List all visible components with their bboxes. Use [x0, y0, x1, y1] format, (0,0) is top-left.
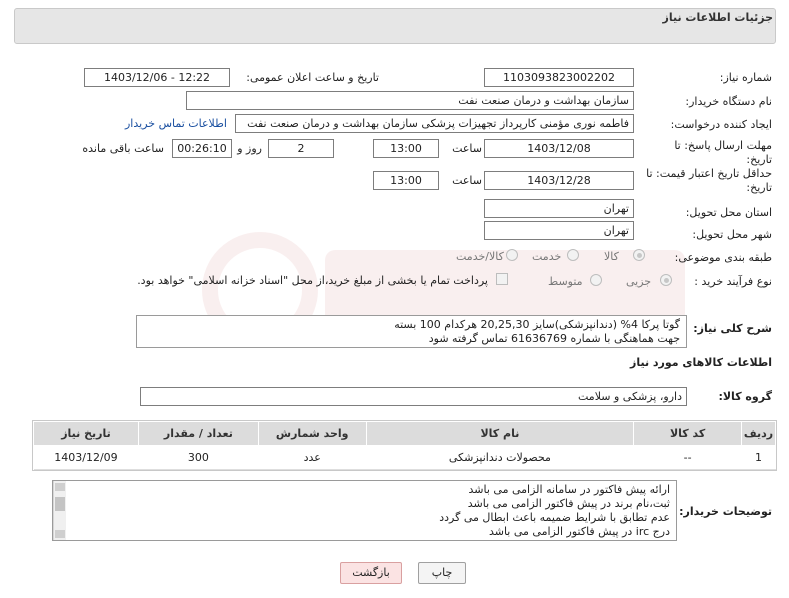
cell-name: محصولات دندانپزشکی — [366, 445, 634, 470]
announce-label: تاریخ و ساعت اعلان عمومی: — [246, 71, 379, 84]
description-label: شرح کلی نیاز: — [693, 322, 772, 335]
goods-group-field: دارو، پزشکی و سلامت — [140, 387, 687, 406]
col-unit: واحد شمارش — [257, 421, 367, 446]
process-label: نوع فرآیند خرید : — [694, 275, 772, 288]
category-radio-service[interactable] — [567, 249, 579, 261]
deadline-time-field: 13:00 — [373, 139, 439, 158]
category-radio-both[interactable] — [506, 249, 518, 261]
category-label: طبقه بندی موضوعی: — [674, 251, 772, 264]
buyer-note-line-1: ارائه پیش فاکتور در سامانه الزامی می باش… — [468, 483, 670, 496]
remaining-time-field: 00:26:10 — [172, 139, 232, 158]
need-number-field: 1103093823002202 — [484, 68, 634, 87]
cell-qty: 300 — [138, 445, 259, 470]
col-qty: تعداد / مقدار — [137, 421, 259, 446]
goods-table-header: ردیف کد کالا نام کالا واحد شمارش تعداد /… — [33, 421, 776, 446]
validity-date-label: تاریخ: — [746, 181, 772, 194]
col-name: نام کالا — [365, 421, 635, 446]
process-radio-medium[interactable] — [590, 274, 602, 286]
goods-section-title: اطلاعات کالاهای مورد نیاز — [630, 356, 772, 369]
city-label: شهر محل تحویل: — [692, 228, 772, 241]
province-field: تهران — [484, 199, 634, 218]
buyer-org-label: نام دستگاه خریدار: — [685, 95, 772, 108]
buyer-notes-label: توضیحات خریدار: — [679, 505, 772, 518]
cell-date: 1403/12/09 — [33, 445, 139, 470]
category-option-both: کالا/خدمت — [456, 250, 504, 263]
process-option-minor: جزیی — [626, 275, 652, 288]
deadline-date-label: تاریخ: — [746, 153, 772, 166]
category-option-goods: کالا — [604, 250, 619, 263]
col-code: کد کالا — [633, 421, 743, 446]
cell-row: 1 — [741, 445, 776, 470]
announce-field: 1403/12/06 - 12:22 — [84, 68, 230, 87]
days-field: 2 — [268, 139, 334, 158]
cell-code: -- — [633, 445, 742, 470]
need-number-label: شماره نیاز: — [719, 71, 772, 84]
back-button[interactable]: بازگشت — [340, 562, 402, 584]
scroll-up-arrow-icon[interactable] — [55, 483, 65, 491]
days-label: روز و — [237, 142, 262, 155]
process-option-medium: متوسط — [548, 275, 583, 288]
scroll-down-arrow-icon[interactable] — [55, 530, 65, 538]
buyer-contact-link[interactable]: اطلاعات تماس خریدار — [125, 117, 227, 130]
deadline-date-field: 1403/12/08 — [484, 139, 634, 158]
validity-time-field: 13:00 — [373, 171, 439, 190]
buyer-note-line-4: درج irc در پیش فاکتور الزامی می باشد — [488, 525, 670, 538]
buyer-notes-scrollbar[interactable] — [53, 481, 66, 540]
process-radio-minor[interactable] — [660, 274, 672, 286]
buyer-notes-textarea[interactable]: ارائه پیش فاکتور در سامانه الزامی می باش… — [52, 480, 677, 541]
buyer-note-line-2: ثبت،نام برند در پیش فاکتور الزامی می باش… — [467, 497, 670, 510]
validity-time-label: ساعت — [452, 174, 482, 187]
cell-unit: عدد — [258, 445, 367, 470]
col-row: ردیف — [741, 421, 776, 446]
description-line-1: گوتا پرکا 4% (دندانپزشکی)سایز 20,25,30 ه… — [394, 318, 680, 331]
description-textarea[interactable]: گوتا پرکا 4% (دندانپزشکی)سایز 20,25,30 ه… — [136, 315, 687, 348]
scroll-thumb[interactable] — [55, 497, 65, 511]
province-label: استان محل تحویل: — [685, 206, 772, 219]
category-option-service: خدمت — [532, 250, 562, 263]
deadline-time-label: ساعت — [452, 142, 482, 155]
city-field: تهران — [484, 221, 634, 240]
goods-group-label: گروه کالا: — [718, 390, 772, 403]
treasury-payment-note: پرداخت تمام یا بخشی از مبلغ خرید،از محل … — [137, 274, 488, 287]
page-title: جزئیات اطلاعات نیاز — [662, 11, 774, 24]
deadline-label: مهلت ارسال پاسخ: تا — [674, 139, 772, 152]
goods-table: ردیف کد کالا نام کالا واحد شمارش تعداد /… — [32, 420, 777, 471]
category-radio-goods[interactable] — [633, 249, 645, 261]
remaining-label: ساعت باقی مانده — [82, 142, 164, 155]
validity-label: حداقل تاریخ اعتبار قیمت: تا — [646, 167, 772, 180]
buyer-org-field: سازمان بهداشت و درمان صنعت نفت — [186, 91, 634, 110]
description-line-2: جهت هماهنگی با شماره 61636769 تماس گرفته… — [428, 332, 680, 345]
col-date: تاریخ نیاز — [33, 421, 139, 446]
creator-field: فاطمه نوری مؤمنی کارپرداز تجهیزات پزشکی … — [235, 114, 634, 133]
table-row: 1 -- محصولات دندانپزشکی عدد 300 1403/12/… — [33, 445, 776, 470]
print-button[interactable]: چاپ — [418, 562, 466, 584]
buyer-note-line-3: عدم تطابق با شرایط ضمیمه باعث ابطال می گ… — [439, 511, 670, 524]
treasury-payment-checkbox[interactable] — [496, 273, 508, 285]
validity-date-field: 1403/12/28 — [484, 171, 634, 190]
creator-label: ایجاد کننده درخواست: — [670, 118, 772, 131]
